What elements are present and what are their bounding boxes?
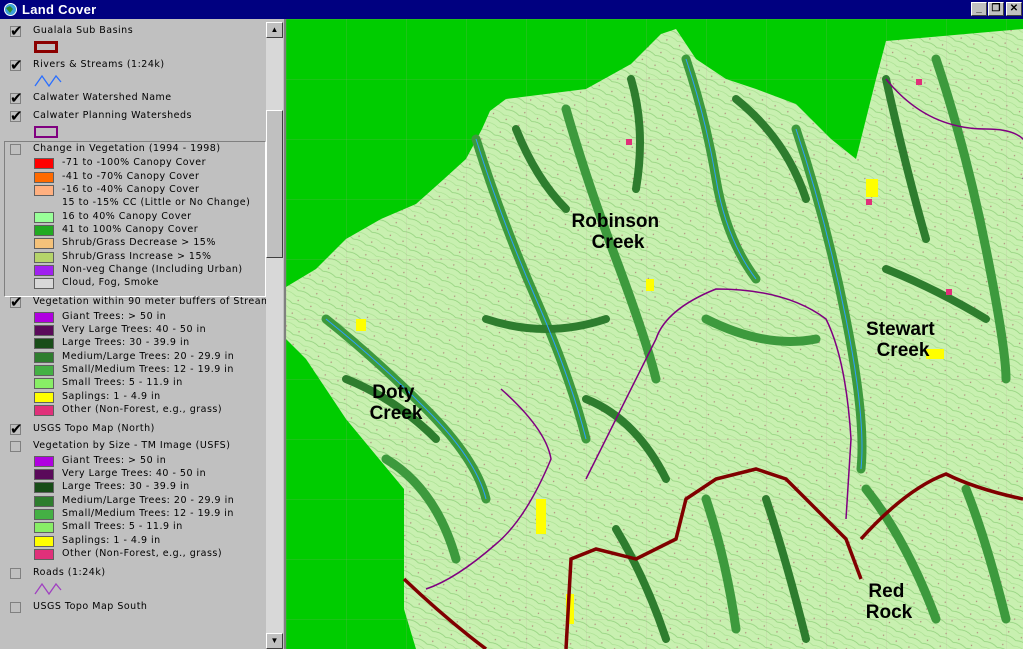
layer-name-topo_south[interactable]: USGS Topo Map South (33, 601, 147, 614)
legend-swatch (34, 469, 54, 480)
legend-swatch (34, 364, 54, 376)
legend-swatch (34, 224, 54, 236)
legend-swatch (34, 495, 54, 507)
legend-swatch (34, 185, 54, 196)
layer-checkbox-gualala[interactable] (10, 22, 23, 40)
window-title: Land Cover (22, 2, 97, 17)
legend-class-label: Large Trees: 30 - 39.9 in (62, 481, 190, 493)
legend-class-label: -41 to -70% Canopy Cover (62, 170, 200, 182)
legend-swatch (34, 158, 54, 170)
layer-name-topo_north[interactable]: USGS Topo Map (North) (33, 423, 155, 436)
legend-class-label: Medium/Large Trees: 20 - 29.9 in (62, 494, 235, 506)
legend-swatch (34, 482, 54, 494)
scroll-down-button[interactable]: ▼ (266, 633, 283, 649)
map-canvas[interactable]: Robinson Creek Stewart Creek Doty Creek … (286, 19, 1023, 649)
layer-checkbox-calwater_planning[interactable] (10, 107, 23, 125)
legend-class-label: 15 to -15% CC (Little or No Change) (62, 197, 251, 209)
legend-swatch (34, 278, 54, 290)
label-red-rock: Red Rock (866, 581, 913, 623)
restore-button[interactable]: ❐ (988, 2, 1004, 16)
legend-class-label: Very Large Trees: 40 - 50 in (62, 468, 207, 479)
legend-class-label: Small/Medium Trees: 12 - 19.9 in (62, 363, 234, 375)
road-line-symbol (34, 583, 62, 596)
legend-swatch (34, 351, 54, 363)
layer-symbol-calwater_planning (34, 125, 58, 138)
layer-name-gualala[interactable]: Gualala Sub Basins (33, 25, 133, 38)
layer-checkbox-rivers[interactable] (10, 56, 23, 74)
legend-class-label: Saplings: 1 - 4.9 in (62, 534, 161, 546)
legend-class-label: Saplings: 1 - 4.9 in (62, 390, 161, 402)
layer-name-calwater_planning[interactable]: Calwater Planning Watersheds (33, 110, 192, 123)
legend-swatch (34, 325, 54, 336)
legend-swatch (34, 455, 54, 467)
legend-class-label: -71 to -100% Canopy Cover (62, 157, 206, 169)
legend-class-label: Non-veg Change (Including Urban) (62, 263, 243, 275)
window-titlebar: Land Cover _ ❐ ✕ (0, 0, 1023, 19)
legend-swatch (34, 535, 54, 547)
legend-scrollbar[interactable]: ▲ ▼ (266, 22, 283, 649)
legend-class-label: Small Trees: 5 - 11.9 in (62, 377, 183, 389)
legend-class-label: Small/Medium Trees: 12 - 19.9 in (62, 507, 234, 519)
layer-checkbox-calwater_name[interactable] (10, 89, 23, 107)
legend-class-label: Medium/Large Trees: 20 - 29.9 in (62, 350, 235, 362)
legend-class-label: 41 to 100% Canopy Cover (62, 223, 199, 235)
layer-checkbox-topo_south[interactable] (10, 601, 21, 613)
legend-swatch (34, 251, 54, 263)
legend-swatch (34, 211, 54, 223)
legend-swatch (34, 404, 54, 416)
arcview-globe-icon (4, 3, 17, 16)
label-stewart-creek: Stewart Creek (866, 319, 940, 361)
legend-swatch (34, 311, 54, 323)
layer-name-veg_buffers[interactable]: Vegetation within 90 meter buffers of St… (33, 296, 276, 309)
legend-class-label: Very Large Trees: 40 - 50 in (62, 324, 207, 335)
legend-swatch (34, 378, 54, 390)
label-doty-creek: Doty Creek (370, 382, 423, 424)
layer-checkbox-veg_size[interactable] (10, 441, 21, 453)
legend-class-label: -16 to -40% Canopy Cover (62, 184, 200, 195)
layer-name-rivers[interactable]: Rivers & Streams (1:24k) (33, 59, 165, 72)
legend-swatch (34, 548, 54, 560)
layer-checkbox-topo_north[interactable] (10, 420, 23, 438)
close-button[interactable]: ✕ (1006, 2, 1022, 16)
legend-class-label: Other (Non-Forest, e.g., grass) (62, 547, 223, 559)
legend-swatch (34, 508, 54, 520)
legend-class-label: Shrub/Grass Decrease > 15% (62, 237, 216, 249)
legend-class-label: Cloud, Fog, Smoke (62, 277, 159, 289)
legend-class-label: Large Trees: 30 - 39.9 in (62, 337, 190, 349)
legend-class-label: Giant Trees: > 50 in (62, 310, 167, 322)
legend-swatch (34, 238, 54, 250)
layer-symbol-gualala (34, 41, 58, 54)
legend-class-label: Giant Trees: > 50 in (62, 454, 167, 466)
legend-swatch (34, 338, 54, 350)
scroll-up-button[interactable]: ▲ (266, 22, 283, 38)
legend-class-label: 16 to 40% Canopy Cover (62, 210, 192, 222)
legend-class-label: Shrub/Grass Increase > 15% (62, 250, 212, 262)
scroll-thumb[interactable] (266, 110, 283, 258)
minimize-button[interactable]: _ (971, 2, 987, 16)
layer-name-veg_size[interactable]: Vegetation by Size - TM Image (USFS) (33, 440, 230, 453)
stream-line-symbol (34, 74, 62, 88)
map-view[interactable]: Robinson Creek Stewart Creek Doty Creek … (286, 19, 1023, 649)
legend-swatch (34, 391, 54, 403)
layer-name-calwater_name[interactable]: Calwater Watershed Name (33, 92, 172, 105)
legend-swatch (34, 522, 54, 534)
layer-legend-panel: Gualala Sub Basins Rivers & Streams (1:24… (0, 19, 286, 649)
layer-name-roads[interactable]: Roads (1:24k) (33, 567, 106, 580)
legend-class-label: Small Trees: 5 - 11.9 in (62, 521, 183, 533)
legend-swatch (34, 171, 54, 183)
legend-swatch (34, 264, 54, 276)
legend-class-label: Other (Non-Forest, e.g., grass) (62, 403, 223, 415)
layer-checkbox-roads[interactable] (10, 568, 21, 580)
layer-checkbox-veg_buffers[interactable] (10, 293, 23, 311)
